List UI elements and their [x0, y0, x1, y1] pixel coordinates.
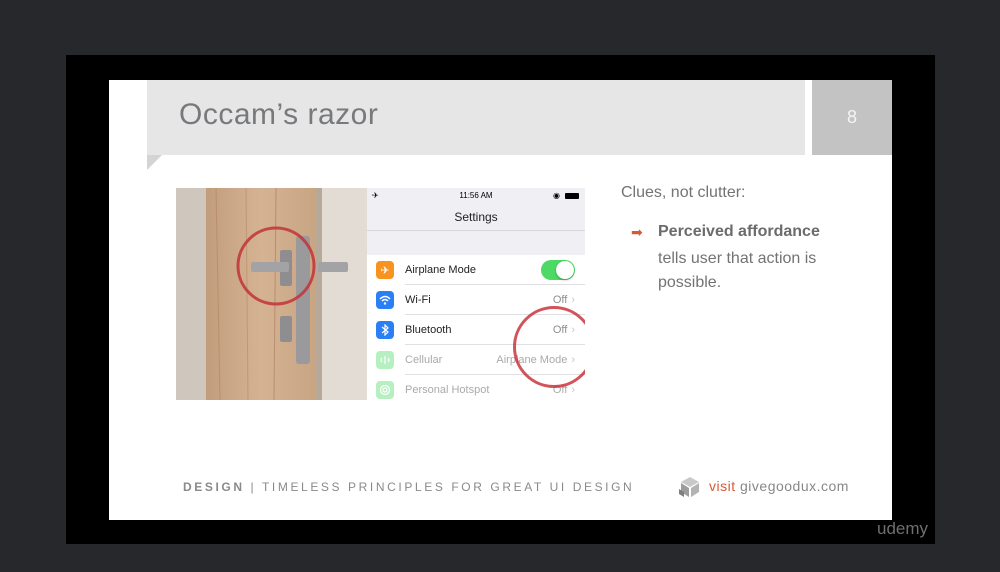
- highlight-circle-toggle: [513, 306, 585, 388]
- chevron-right-icon: ›: [571, 294, 575, 306]
- bullet-body: tells user that action is possible.: [658, 250, 817, 291]
- lock-rotation-icon: ◉: [553, 191, 560, 200]
- chevron-right-icon: ›: [571, 384, 575, 396]
- arrow-right-icon: ➡: [631, 224, 643, 240]
- givegoodux-logo-icon: [679, 477, 699, 497]
- door-handle-photo: [176, 188, 367, 400]
- row-label: Personal Hotspot: [405, 384, 490, 396]
- airplane-mode-toggle[interactable]: [541, 260, 575, 280]
- bluetooth-icon: [376, 321, 394, 339]
- footer-course-title: | TIMELESS PRINCIPLES FOR GREAT UI DESIG…: [244, 480, 635, 494]
- slide-heading: Clues, not clutter:: [621, 184, 746, 201]
- wifi-icon: [376, 291, 394, 309]
- footer-course-label: DESIGN: [183, 480, 245, 494]
- settings-row-airplane-mode[interactable]: ✈ Airplane Mode: [367, 255, 585, 285]
- battery-icon: [565, 192, 579, 199]
- status-bar: ✈ 11:56 AM ◉: [367, 188, 585, 204]
- slide-title: Occam’s razor: [179, 98, 379, 131]
- slide-page-number: 8: [812, 80, 892, 155]
- bullet-title: Perceived affordance: [658, 223, 820, 240]
- slide-text: Clues, not clutter: ➡ Perceived affordan…: [621, 184, 881, 291]
- title-fold: [147, 155, 162, 170]
- hotspot-icon: [376, 381, 394, 399]
- airplane-icon: ✈: [376, 261, 394, 279]
- visit-word: visit: [709, 478, 736, 494]
- visit-link[interactable]: visit givegoodux.com: [709, 478, 849, 494]
- row-label: Cellular: [405, 354, 443, 366]
- row-value: Off: [552, 294, 568, 306]
- ios-settings-screenshot: ✈ 11:56 AM ◉ Settings ✈ Airplane Mode Wi…: [367, 188, 585, 400]
- slide: Occam’s razor 8 ✈ 11:56 AM ◉ Settings ✈ …: [109, 80, 892, 520]
- udemy-watermark: udemy: [877, 519, 929, 538]
- nav-title: Settings: [454, 210, 498, 224]
- row-label: Wi-Fi: [405, 294, 431, 306]
- cellular-icon: [376, 351, 394, 369]
- visit-site: givegoodux.com: [740, 478, 849, 494]
- row-label: Airplane Mode: [405, 264, 476, 276]
- slide-footer: DESIGN | TIMELESS PRINCIPLES FOR GREAT U…: [183, 480, 634, 494]
